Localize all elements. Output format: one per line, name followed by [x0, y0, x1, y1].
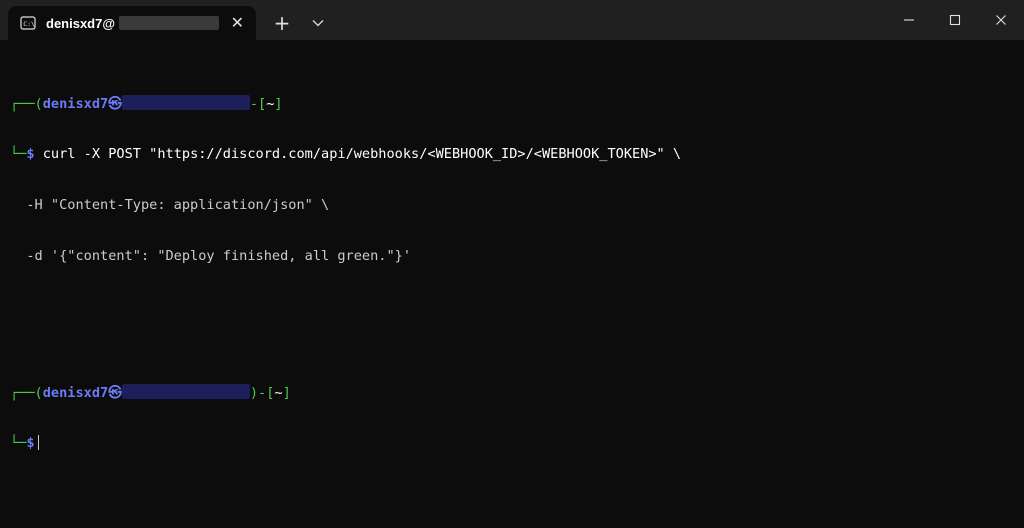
title-bar: C:\ denisxd7@ ✕ + [0, 0, 1024, 40]
terminal-icon: C:\ [20, 14, 36, 32]
command-text: -d '{"content": "Deploy finished, all gr… [10, 248, 412, 264]
redacted-hostname [121, 95, 250, 110]
prompt-symbol: $ [26, 146, 35, 162]
close-window-icon[interactable] [978, 0, 1024, 40]
text-cursor [37, 435, 39, 450]
minimize-icon[interactable] [886, 0, 932, 40]
redacted-hostname [121, 384, 250, 399]
redacted-hostname [119, 16, 219, 30]
prompt-line: ┌──(denisxd7㉿ -[~] [10, 95, 283, 112]
prompt-symbol: $ [26, 435, 35, 451]
prompt-at: ㉿ [108, 96, 122, 112]
prompt-user: denisxd7 [42, 385, 109, 401]
input-line[interactable]: └─$ [10, 435, 1024, 452]
command-text: -H "Content-Type: application/json" \ [10, 197, 330, 213]
prompt-dir: ~ [274, 385, 283, 401]
command-line: └─$ curl -X POST "https://discord.com/ap… [10, 146, 682, 162]
chevron-down-icon[interactable] [304, 6, 332, 40]
prompt-at: ㉿ [108, 385, 122, 401]
terminal-window: C:\ denisxd7@ ✕ + ┌──(denisxd7㉿ -[~] └─$ … [0, 0, 1024, 528]
command-text: curl -X POST "https://discord.com/api/we… [42, 146, 682, 162]
tab-title: denisxd7@ [46, 15, 116, 31]
tab-close-icon[interactable]: ✕ [229, 15, 246, 31]
svg-text:C:\: C:\ [23, 20, 35, 28]
command-continuation: -d '{"content": "Deploy finished, all gr… [10, 248, 1024, 265]
new-tab-button[interactable]: + [260, 6, 304, 40]
prompt-line: ┌──(denisxd7㉿)-[~] [10, 384, 291, 401]
terminal-tab[interactable]: C:\ denisxd7@ ✕ [8, 6, 256, 40]
maximize-icon[interactable] [932, 0, 978, 40]
command-continuation: -H "Content-Type: application/json" \ [10, 197, 1024, 214]
terminal-output[interactable]: ┌──(denisxd7㉿ -[~] └─$ curl -X POST "http… [0, 40, 1024, 528]
prompt-user: denisxd7 [42, 96, 109, 112]
window-controls [886, 0, 1024, 40]
